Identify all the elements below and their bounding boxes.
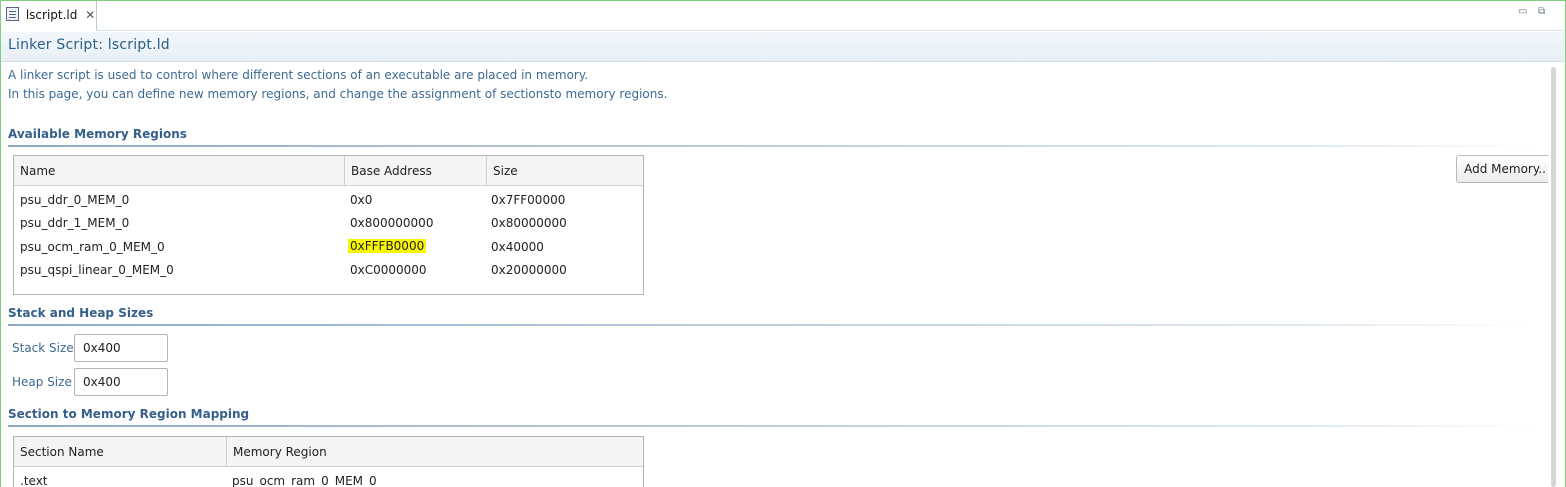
table-cell-size[interactable]: 0x80000000: [491, 216, 567, 230]
section-divider: [8, 145, 1538, 147]
form-header: Linker Script: lscript.ld: [1, 32, 1565, 62]
scrollbar-thumb[interactable]: [1551, 67, 1556, 487]
column-header-base-address[interactable]: Base Address: [345, 156, 487, 186]
heap-size-field[interactable]: 0x400: [74, 368, 168, 396]
minimize-icon[interactable]: ▭: [1518, 6, 1527, 17]
table-header: Section Name Memory Region: [14, 437, 643, 467]
table-cell-size[interactable]: 0x7FF00000: [491, 193, 565, 207]
column-header-name[interactable]: Name: [14, 156, 345, 186]
memory-regions-title: Available Memory Regions: [8, 127, 187, 141]
column-header-size[interactable]: Size: [487, 156, 645, 186]
page-title: Linker Script: lscript.ld: [8, 37, 170, 53]
table-cell-name[interactable]: psu_ocm_ram_0_MEM_0: [20, 240, 165, 254]
table-cell-name[interactable]: psu_ddr_0_MEM_0: [20, 193, 129, 207]
vertical-scrollbar[interactable]: [1548, 63, 1562, 487]
description-line-1: A linker script is used to control where…: [8, 68, 589, 82]
stack-heap-title: Stack and Heap Sizes: [8, 306, 154, 320]
tab-title: lscript.ld: [25, 8, 78, 22]
table-cell-size[interactable]: 0x20000000: [491, 263, 567, 277]
table-cell-size[interactable]: 0x40000: [491, 240, 544, 254]
column-header-memory-region[interactable]: Memory Region: [227, 437, 645, 467]
section-divider: [8, 324, 1528, 326]
table-cell-name[interactable]: psu_qspi_linear_0_MEM_0: [20, 263, 174, 277]
column-header-section-name[interactable]: Section Name: [14, 437, 227, 467]
section-mapping-title: Section to Memory Region Mapping: [8, 407, 250, 421]
stack-size-field[interactable]: 0x400: [74, 334, 168, 362]
section-mapping-table[interactable]: Section Name Memory Region .text psu_ocm…: [13, 436, 644, 487]
close-icon[interactable]: ✕: [85, 8, 95, 22]
table-cell-name[interactable]: psu_ddr_1_MEM_0: [20, 216, 129, 230]
linker-file-icon: [6, 7, 19, 21]
table-header: Name Base Address Size: [14, 156, 643, 186]
table-cell-base-highlighted[interactable]: 0xFFFB0000: [348, 239, 427, 253]
section-divider: [8, 425, 1538, 427]
restore-icon[interactable]: ⧉: [1538, 6, 1545, 17]
memory-regions-table[interactable]: Name Base Address Size psu_ddr_0_MEM_0 0…: [13, 155, 644, 295]
table-cell-base[interactable]: 0xC0000000: [350, 263, 427, 277]
table-cell-base[interactable]: 0x0: [350, 193, 372, 207]
table-cell-base[interactable]: 0x800000000: [350, 216, 433, 230]
description-line-2: In this page, you can define new memory …: [8, 87, 668, 101]
heap-size-label: Heap Size: [12, 375, 72, 389]
stack-size-label: Stack Size: [12, 341, 74, 355]
editor-frame: lscript.ld ✕ ▭ ⧉ Linker Script: lscript.…: [0, 0, 1566, 487]
tab-lscript[interactable]: lscript.ld ✕: [1, 1, 97, 31]
editor-tab-bar: lscript.ld ✕ ▭ ⧉: [1, 1, 1565, 31]
add-memory-button[interactable]: Add Memory..: [1456, 155, 1554, 183]
table-cell-section[interactable]: .text: [20, 474, 48, 487]
table-cell-region[interactable]: psu_ocm_ram_0_MEM_0: [232, 474, 377, 487]
